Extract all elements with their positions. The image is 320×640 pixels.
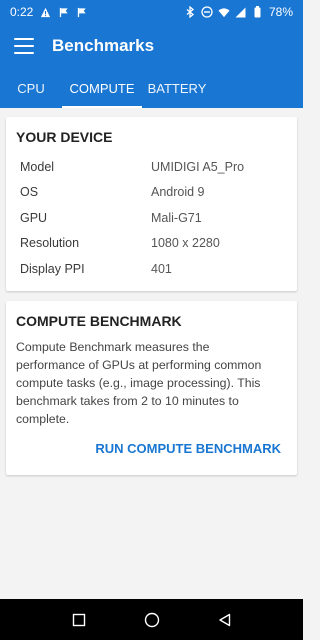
info-key: OS bbox=[20, 185, 39, 199]
info-value: UMIDIGI A5_Pro bbox=[151, 160, 245, 174]
description-line: benchmark takes from 2 to 10 minutes to bbox=[16, 394, 239, 408]
info-value: Mali-G71 bbox=[151, 211, 202, 225]
info-row-display-ppi: Display PPI 401 bbox=[20, 257, 289, 281]
info-key: GPU bbox=[20, 211, 48, 225]
tab-compute[interactable]: COMPUTE bbox=[62, 68, 142, 108]
signal-icon bbox=[235, 6, 247, 18]
info-key: Model bbox=[20, 160, 55, 174]
run-compute-benchmark-button[interactable]: RUN COMPUTE BENCHMARK bbox=[95, 441, 281, 456]
info-row-gpu: GPU Mali-G71 bbox=[20, 206, 289, 230]
compute-card-title: COMPUTE BENCHMARK bbox=[16, 313, 182, 329]
info-value: 1080 x 2280 bbox=[151, 236, 220, 250]
device-info-card: YOUR DEVICE Model UMIDIGI A5_Pro OS Andr… bbox=[6, 117, 297, 291]
recent-apps-icon[interactable] bbox=[42, 599, 115, 640]
tab-cpu[interactable]: CPU bbox=[0, 68, 62, 108]
system-nav-bar bbox=[0, 599, 303, 640]
info-row-resolution: Resolution 1080 x 2280 bbox=[20, 231, 289, 255]
warning-icon bbox=[39, 6, 51, 18]
description-line: Compute Benchmark measures the bbox=[16, 340, 210, 354]
description-line: compute tasks (e.g., image processing). … bbox=[16, 376, 261, 390]
info-key: Display PPI bbox=[20, 262, 85, 276]
info-key: Resolution bbox=[20, 236, 80, 250]
bluetooth-icon bbox=[184, 6, 196, 18]
battery-percent: 78% bbox=[268, 5, 293, 19]
app-bar: Benchmarks bbox=[0, 24, 303, 68]
status-time: 0:22 bbox=[10, 5, 34, 19]
info-value: 401 bbox=[151, 262, 172, 276]
status-bar: 0:22 78% bbox=[0, 0, 303, 24]
tab-compute-label: COMPUTE bbox=[69, 80, 135, 96]
tab-selected-indicator bbox=[62, 106, 142, 108]
tab-battery-label: BATTERY bbox=[147, 80, 207, 96]
info-row-model: Model UMIDIGI A5_Pro bbox=[20, 155, 289, 179]
compute-benchmark-card: COMPUTE BENCHMARK Compute Benchmark meas… bbox=[6, 301, 297, 475]
tab-battery[interactable]: BATTERY bbox=[142, 68, 212, 108]
compute-description: Compute Benchmark measures the performan… bbox=[16, 338, 286, 428]
hamburger-menu-icon[interactable] bbox=[14, 38, 34, 54]
wifi-icon bbox=[218, 6, 230, 18]
battery-icon bbox=[252, 6, 264, 18]
flag-icon bbox=[57, 6, 69, 18]
back-icon[interactable] bbox=[188, 599, 261, 640]
description-line: complete. bbox=[16, 412, 70, 426]
app-title: Benchmarks bbox=[52, 36, 155, 55]
description-line: performance of GPUs at performing common bbox=[16, 358, 262, 372]
home-icon[interactable] bbox=[115, 599, 188, 640]
tab-cpu-label: CPU bbox=[17, 80, 45, 96]
info-row-os: OS Android 9 bbox=[20, 180, 289, 204]
dnd-icon bbox=[201, 6, 213, 18]
device-card-title: YOUR DEVICE bbox=[16, 129, 113, 145]
flag-icon bbox=[75, 6, 87, 18]
info-value: Android 9 bbox=[151, 185, 205, 199]
tab-bar: CPU COMPUTE BATTERY bbox=[0, 68, 303, 108]
